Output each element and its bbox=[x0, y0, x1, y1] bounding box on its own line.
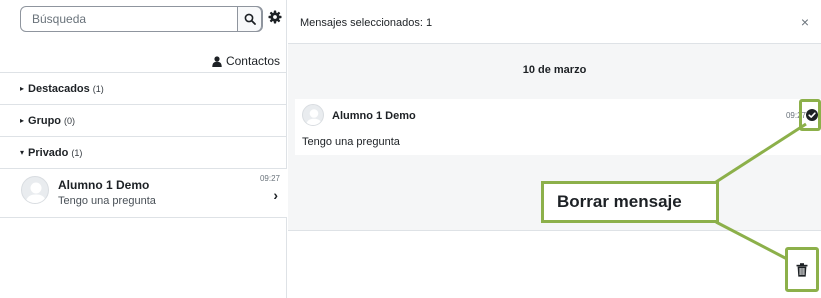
section-starred-count: (1) bbox=[92, 83, 104, 94]
trash-icon bbox=[796, 262, 808, 277]
conversation-item[interactable]: Alumno 1 Demo Tengo una pregunta 09:27 › bbox=[0, 168, 287, 218]
selected-message[interactable]: Alumno 1 Demo Tengo una pregunta 09:27 bbox=[295, 99, 821, 155]
message-sender: Alumno 1 Demo bbox=[332, 110, 416, 122]
search-input[interactable] bbox=[21, 7, 239, 31]
section-private-count: (1) bbox=[71, 147, 83, 158]
section-group-count: (0) bbox=[64, 115, 76, 126]
selected-count-text: Mensajes seleccionados: 1 bbox=[300, 17, 433, 29]
message-header: Mensajes seleccionados: 1 × bbox=[288, 0, 821, 44]
date-separator: 10 de marzo bbox=[522, 64, 587, 76]
message-footer bbox=[288, 230, 821, 298]
caret-right-icon: ▸ bbox=[20, 116, 25, 125]
contacts-label: Contactos bbox=[225, 54, 280, 68]
section-private[interactable]: ▾ Privado (1) bbox=[0, 136, 287, 168]
contacts-link[interactable]: Contactos bbox=[212, 54, 280, 68]
chevron-right-icon: › bbox=[273, 187, 278, 203]
conversation-panel: Contactos ▸ Destacados (1) ▸ Grupo (0) ▾… bbox=[0, 0, 287, 298]
conversation-time: 09:27 bbox=[259, 174, 280, 183]
search-box bbox=[20, 6, 263, 32]
annotation-callout: Borrar mensaje bbox=[541, 181, 719, 223]
default-user-icon bbox=[305, 109, 323, 125]
user-icon bbox=[212, 55, 222, 67]
gear-icon[interactable] bbox=[268, 10, 282, 24]
delete-button[interactable] bbox=[785, 247, 819, 292]
close-icon[interactable]: × bbox=[801, 14, 809, 30]
check-highlight bbox=[799, 99, 821, 131]
section-starred-label: Destacados bbox=[28, 82, 90, 95]
annotation-label: Borrar mensaje bbox=[557, 192, 682, 211]
conversation-name: Alumno 1 Demo bbox=[58, 178, 150, 192]
avatar bbox=[302, 104, 324, 126]
section-group[interactable]: ▸ Grupo (0) bbox=[0, 104, 287, 136]
section-private-label: Privado bbox=[28, 146, 69, 159]
caret-right-icon: ▸ bbox=[20, 84, 25, 93]
search-button[interactable] bbox=[237, 6, 262, 32]
avatar bbox=[21, 176, 49, 204]
message-text: Tengo una pregunta bbox=[302, 136, 400, 148]
caret-down-icon: ▾ bbox=[20, 148, 25, 157]
section-group-label: Grupo bbox=[28, 114, 62, 127]
default-user-icon bbox=[25, 182, 47, 203]
conversation-snippet: Tengo una pregunta bbox=[58, 195, 156, 207]
message-panel: Mensajes seleccionados: 1 × 10 de marzo … bbox=[288, 0, 821, 298]
search-icon bbox=[244, 13, 256, 25]
section-starred[interactable]: ▸ Destacados (1) bbox=[0, 72, 287, 104]
